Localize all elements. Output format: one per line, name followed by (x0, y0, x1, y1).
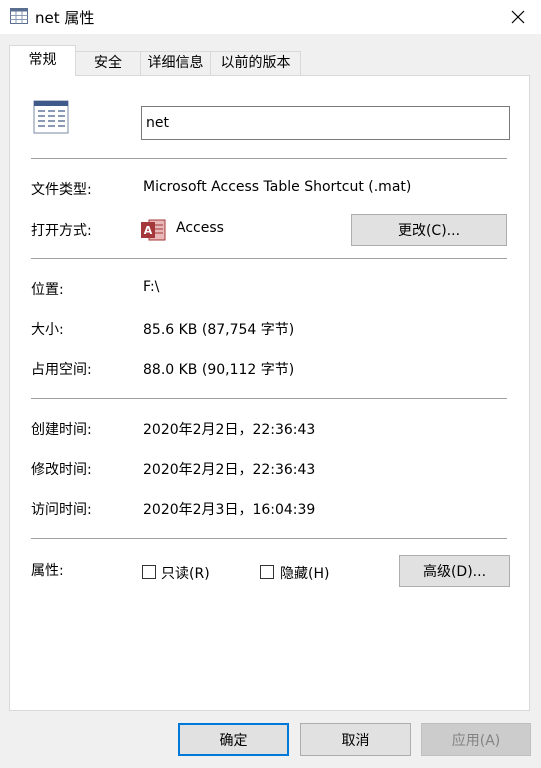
general-panel (9, 75, 530, 711)
file-type-label: 文件类型: (31, 182, 92, 198)
close-button[interactable] (495, 0, 541, 34)
separator (31, 258, 507, 259)
opens-with-app: Access (176, 220, 224, 236)
hidden-checkbox[interactable] (260, 565, 274, 579)
readonly-checkbox[interactable] (142, 565, 156, 579)
advanced-button[interactable]: 高级(D)... (399, 555, 510, 587)
change-button[interactable]: 更改(C)... (351, 214, 507, 246)
modified-label: 修改时间: (31, 462, 92, 478)
location-label: 位置: (31, 282, 64, 298)
window-title: net 属性 (35, 9, 95, 27)
location-value: F:\ (143, 279, 160, 295)
size-on-disk-label: 占用空间: (31, 362, 92, 378)
close-icon (511, 10, 525, 24)
table-shortcut-icon (10, 8, 28, 24)
apply-button[interactable]: 应用(A) (421, 723, 531, 756)
accessed-label: 访问时间: (31, 502, 92, 518)
file-name-input[interactable] (141, 106, 510, 140)
hidden-label[interactable]: 隐藏(H) (280, 563, 329, 583)
separator (31, 398, 507, 399)
opens-with-label: 打开方式: (31, 223, 92, 239)
separator (31, 158, 507, 159)
table-file-icon (33, 100, 69, 134)
accessed-value: 2020年2月3日，16:04:39 (143, 502, 316, 518)
created-value: 2020年2月2日，22:36:43 (143, 422, 316, 438)
file-type-value: Microsoft Access Table Shortcut (.mat) (143, 179, 412, 195)
title-bar: net 属性 (0, 0, 541, 34)
size-value: 85.6 KB (87,754 字节) (143, 322, 295, 338)
tab-general[interactable]: 常规 (9, 45, 76, 76)
attributes-label: 属性: (31, 563, 64, 579)
cancel-button[interactable]: 取消 (300, 723, 411, 756)
tab-previous-versions[interactable]: 以前的版本 (210, 51, 301, 75)
readonly-label[interactable]: 只读(R) (161, 563, 210, 583)
size-on-disk-value: 88.0 KB (90,112 字节) (143, 362, 295, 378)
separator (31, 538, 507, 539)
tab-security[interactable]: 安全 (75, 51, 141, 75)
svg-text:A: A (144, 224, 153, 237)
access-app-icon: A (140, 217, 166, 243)
modified-value: 2020年2月2日，22:36:43 (143, 462, 316, 478)
tab-details[interactable]: 详细信息 (140, 51, 211, 75)
size-label: 大小: (31, 322, 64, 338)
created-label: 创建时间: (31, 422, 92, 438)
ok-button[interactable]: 确定 (178, 723, 289, 756)
